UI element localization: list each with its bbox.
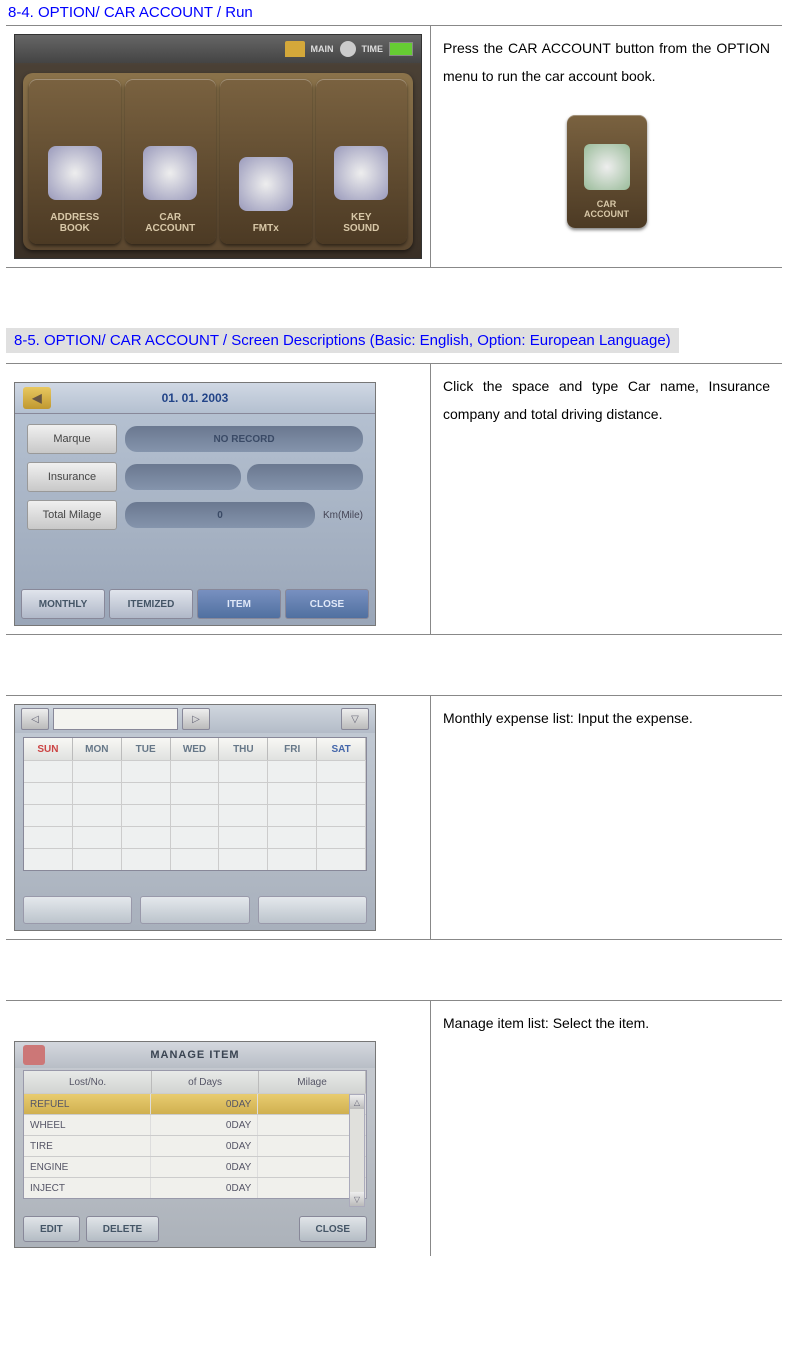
fmtx-icon xyxy=(239,157,293,211)
day-tue: TUE xyxy=(122,738,171,760)
manage-item-header: MANAGE ITEM xyxy=(15,1042,375,1068)
main-description: Click the space and type Car name, Insur… xyxy=(431,364,782,634)
main-label: MAIN xyxy=(311,44,334,54)
day-thu: THU xyxy=(219,738,268,760)
date-display: 01. 01. 2003 xyxy=(162,391,229,405)
car-account-icon xyxy=(584,144,630,190)
insurance-label: Insurance xyxy=(27,462,117,492)
scroll-up-icon[interactable]: △ xyxy=(350,1095,364,1109)
mileage-input[interactable]: 0 xyxy=(125,502,315,528)
row-monthly: ◁ ▷ ▽ SUN MON TUE WED THU FRI SAT xyxy=(6,695,782,940)
marque-label: Marque xyxy=(27,424,117,454)
screenshot-option-menu: MAIN TIME ADDRESS BOOK CAR ACCOUNT FMTx … xyxy=(6,26,431,267)
close-button[interactable]: CLOSE xyxy=(285,589,369,619)
insurance-input[interactable] xyxy=(125,464,363,490)
battery-icon xyxy=(389,42,413,56)
day-fri: FRI xyxy=(268,738,317,760)
car-account-mini-button[interactable]: CAR ACCOUNT xyxy=(567,115,647,228)
car-account-icon xyxy=(143,146,197,200)
dropdown-button[interactable]: ▽ xyxy=(341,708,369,730)
car-account-main-image: ◀ 01. 01. 2003 Marque NO RECORD Insuranc… xyxy=(14,382,376,626)
mileage-unit: Km(Mile) xyxy=(323,510,363,521)
time-label: TIME xyxy=(362,44,384,54)
day-sat: SAT xyxy=(317,738,366,760)
table-row[interactable]: WHEEL0DAY0 xyxy=(24,1114,366,1135)
home-icon xyxy=(285,41,305,57)
screenshot-manage-item: MANAGE ITEM Lost/No. of Days Milage REFU… xyxy=(6,1001,431,1256)
bottom-button-3[interactable] xyxy=(258,896,367,924)
titlebar: ◀ 01. 01. 2003 xyxy=(15,383,375,414)
screenshot-car-account-main: ◀ 01. 01. 2003 Marque NO RECORD Insuranc… xyxy=(6,364,431,634)
key-sound-icon xyxy=(334,146,388,200)
calendar: SUN MON TUE WED THU FRI SAT xyxy=(23,737,367,871)
address-book-button[interactable]: ADDRESS BOOK xyxy=(29,79,121,244)
col-mileage: Milage xyxy=(259,1071,366,1093)
table-row[interactable]: INJECT0DAY0 xyxy=(24,1177,366,1198)
manage-item-description: Manage item list: Select the item. xyxy=(431,1001,782,1256)
table-row[interactable]: TIRE0DAY0 xyxy=(24,1135,366,1156)
manage-item-image: MANAGE ITEM Lost/No. of Days Milage REFU… xyxy=(14,1041,376,1248)
calendar-body[interactable] xyxy=(24,760,366,870)
fmtx-button[interactable]: FMTx xyxy=(220,79,312,244)
mini-button-wrap: CAR ACCOUNT xyxy=(443,115,770,228)
option-menu-image: MAIN TIME ADDRESS BOOK CAR ACCOUNT FMTx … xyxy=(14,34,422,259)
section-title-84: 8-4. OPTION/ CAR ACCOUNT / Run xyxy=(0,0,788,25)
row-main-screen: ◀ 01. 01. 2003 Marque NO RECORD Insuranc… xyxy=(6,363,782,635)
day-sun: SUN xyxy=(24,738,73,760)
monthly-image: ◁ ▷ ▽ SUN MON TUE WED THU FRI SAT xyxy=(14,704,376,931)
row-run: MAIN TIME ADDRESS BOOK CAR ACCOUNT FMTx … xyxy=(6,25,782,268)
day-mon: MON xyxy=(73,738,122,760)
table-row[interactable]: REFUEL0DAY0 xyxy=(24,1093,366,1114)
row-manage-item: MANAGE ITEM Lost/No. of Days Milage REFU… xyxy=(6,1000,782,1256)
monthly-description: Monthly expense list: Input the expense. xyxy=(431,696,782,939)
day-wed: WED xyxy=(171,738,220,760)
topbar: MAIN TIME xyxy=(15,35,421,63)
monthly-button[interactable]: MONTHLY xyxy=(21,589,105,619)
key-sound-button[interactable]: KEY SOUND xyxy=(316,79,408,244)
marque-input[interactable]: NO RECORD xyxy=(125,426,363,452)
run-description: Press the CAR ACCOUNT button from the OP… xyxy=(431,26,782,267)
section-title-85: 8-5. OPTION/ CAR ACCOUNT / Screen Descri… xyxy=(6,328,679,353)
bottom-button-1[interactable] xyxy=(23,896,132,924)
edit-button[interactable]: EDIT xyxy=(23,1216,80,1242)
option-buttons: ADDRESS BOOK CAR ACCOUNT FMTx KEY SOUND xyxy=(23,73,413,250)
clock-icon xyxy=(340,41,356,57)
back-icon[interactable]: ◀ xyxy=(23,387,51,409)
scroll-down-icon[interactable]: ▽ xyxy=(350,1192,364,1206)
car-account-button[interactable]: CAR ACCOUNT xyxy=(125,79,217,244)
table-row[interactable]: ENGINE0DAY0 xyxy=(24,1156,366,1177)
item-button[interactable]: ITEM xyxy=(197,589,281,619)
run-desc-text: Press the CAR ACCOUNT button from the OP… xyxy=(443,40,770,84)
address-book-icon xyxy=(48,146,102,200)
col-lostno: Lost/No. xyxy=(24,1071,152,1093)
next-month-button[interactable]: ▷ xyxy=(182,708,210,730)
screenshot-monthly: ◁ ▷ ▽ SUN MON TUE WED THU FRI SAT xyxy=(6,696,431,939)
close-button[interactable]: CLOSE xyxy=(299,1216,367,1242)
item-table: Lost/No. of Days Milage REFUEL0DAY0 WHEE… xyxy=(23,1070,367,1199)
itemized-button[interactable]: ITEMIZED xyxy=(109,589,193,619)
prev-month-button[interactable]: ◁ xyxy=(21,708,49,730)
delete-button[interactable]: DELETE xyxy=(86,1216,159,1242)
month-display xyxy=(53,708,178,730)
mileage-label: Total Milage xyxy=(27,500,117,530)
scrollbar[interactable]: △ ▽ xyxy=(349,1094,365,1207)
bottom-button-2[interactable] xyxy=(140,896,249,924)
manage-item-icon xyxy=(23,1045,45,1065)
col-days: of Days xyxy=(152,1071,259,1093)
